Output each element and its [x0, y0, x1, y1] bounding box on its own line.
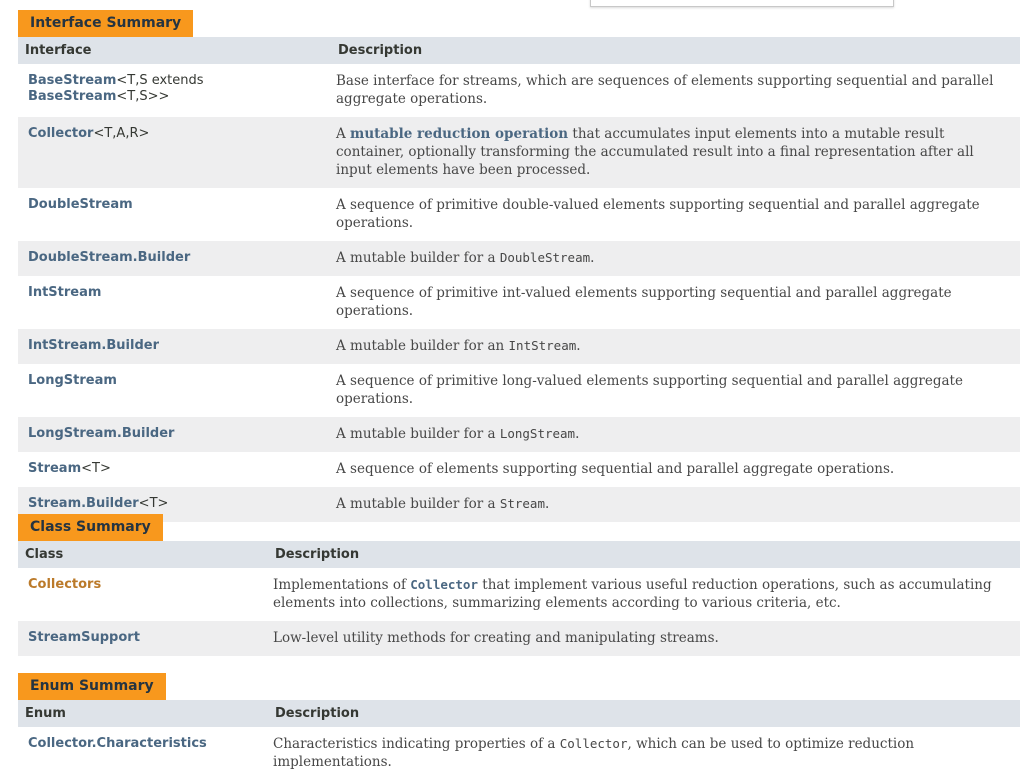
basestream-link[interactable]: BaseStream: [28, 73, 116, 88]
class-column-header: Class: [18, 541, 268, 568]
table-row: IntStream.Builder A mutable builder for …: [18, 329, 1020, 364]
interface-summary-section: Interface Summary Interface Description …: [18, 10, 1020, 522]
stream-builder-link[interactable]: Stream.Builder: [28, 496, 139, 511]
row-description: A sequence of primitive int-valued eleme…: [331, 276, 1020, 329]
class-summary-section: Class Summary Class Description Collecto…: [18, 514, 1020, 656]
mutable-reduction-link[interactable]: mutable reduction operation: [350, 126, 568, 142]
table-row: Collector<T,A,R> A mutable reduction ope…: [18, 117, 1020, 188]
doublestream-link[interactable]: DoubleStream: [28, 197, 133, 212]
desc-text: A mutable builder for a: [336, 426, 500, 442]
table-row: LongStream.Builder A mutable builder for…: [18, 417, 1020, 452]
code-text: LongStream: [499, 426, 576, 441]
collectors-link[interactable]: Collectors: [28, 577, 101, 592]
basestream-type-param-link[interactable]: BaseStream: [28, 89, 116, 104]
description-column-header: Description: [268, 700, 1020, 727]
interface-summary-caption: Interface Summary: [18, 10, 194, 37]
enum-summary-section: Enum Summary Enum Description Collector.…: [18, 673, 1020, 780]
table-row: Collectors Implementations of Collector …: [18, 568, 1020, 621]
row-description: Low-level utility methods for creating a…: [268, 621, 1020, 656]
description-column-header: Description: [268, 541, 1020, 568]
row-description: Implementations of Collector that implem…: [268, 568, 1020, 621]
row-description: A mutable reduction operation that accum…: [331, 117, 1020, 188]
table-row: LongStream A sequence of primitive long-…: [18, 364, 1020, 417]
table-row: Stream<T> A sequence of elements support…: [18, 452, 1020, 487]
row-description: A sequence of primitive long-valued elem…: [331, 364, 1020, 417]
intstream-builder-link[interactable]: IntStream.Builder: [28, 338, 159, 353]
table-row: DoubleStream A sequence of primitive dou…: [18, 188, 1020, 241]
enum-summary-table: Enum Description Collector.Characteristi…: [18, 700, 1020, 780]
type-params: <T>: [81, 461, 111, 476]
table-row: IntStream A sequence of primitive int-va…: [18, 276, 1020, 329]
type-params: <T,A,R>: [93, 126, 150, 141]
desc-text: A mutable builder for a: [336, 250, 500, 266]
desc-text: .: [590, 250, 595, 266]
class-summary-table: Class Description Collectors Implementat…: [18, 541, 1020, 656]
longstream-link[interactable]: LongStream: [28, 373, 117, 388]
type-params: <T>: [138, 496, 169, 511]
collector-characteristics-link[interactable]: Collector.Characteristics: [28, 736, 207, 751]
interface-column-header: Interface: [18, 37, 331, 64]
desc-text: .: [575, 426, 580, 442]
doublestream-builder-link[interactable]: DoubleStream.Builder: [28, 250, 190, 265]
row-description: Base interface for streams, which are se…: [331, 64, 1020, 117]
collector-code-link[interactable]: Collector: [410, 577, 478, 592]
desc-text: A mutable builder for an: [336, 338, 509, 354]
code-text: IntStream: [508, 338, 577, 353]
row-description: A mutable builder for a LongStream.: [331, 417, 1020, 452]
enum-column-header: Enum: [18, 700, 268, 727]
type-params: <T,S extends: [116, 73, 204, 88]
collector-link[interactable]: Collector: [28, 126, 93, 141]
desc-text: Characteristics indicating properties of…: [273, 736, 560, 752]
type-params: <T,S>>: [116, 89, 170, 104]
longstream-builder-link[interactable]: LongStream.Builder: [28, 426, 174, 441]
row-description: Characteristics indicating properties of…: [268, 727, 1020, 780]
desc-text: .: [576, 338, 581, 354]
table-row: DoubleStream.Builder A mutable builder f…: [18, 241, 1020, 276]
row-description: A mutable builder for an IntStream.: [331, 329, 1020, 364]
table-row: StreamSupport Low-level utility methods …: [18, 621, 1020, 656]
search-results-popup: [590, 0, 894, 7]
description-column-header: Description: [331, 37, 1020, 64]
class-summary-caption: Class Summary: [18, 514, 163, 541]
desc-text: Implementations of: [273, 577, 411, 593]
enum-summary-caption: Enum Summary: [18, 673, 166, 700]
interface-summary-table: Interface Description BaseStream<T,S ext…: [18, 37, 1020, 522]
table-row: BaseStream<T,S extends BaseStream<T,S>> …: [18, 64, 1020, 117]
streamsupport-link[interactable]: StreamSupport: [28, 630, 140, 645]
desc-text: A: [336, 126, 351, 142]
intstream-link[interactable]: IntStream: [28, 285, 101, 300]
desc-text: A mutable builder for a: [336, 496, 500, 512]
row-description: A sequence of primitive double-valued el…: [331, 188, 1020, 241]
code-text: Collector: [559, 736, 628, 751]
table-row: Collector.Characteristics Characteristic…: [18, 727, 1020, 780]
row-description: A sequence of elements supporting sequen…: [331, 452, 1020, 487]
desc-text: .: [544, 496, 550, 512]
row-description: A mutable builder for a DoubleStream.: [331, 241, 1020, 276]
stream-link[interactable]: Stream: [28, 461, 81, 476]
code-text: Stream: [499, 496, 545, 511]
code-text: DoubleStream: [499, 250, 591, 265]
